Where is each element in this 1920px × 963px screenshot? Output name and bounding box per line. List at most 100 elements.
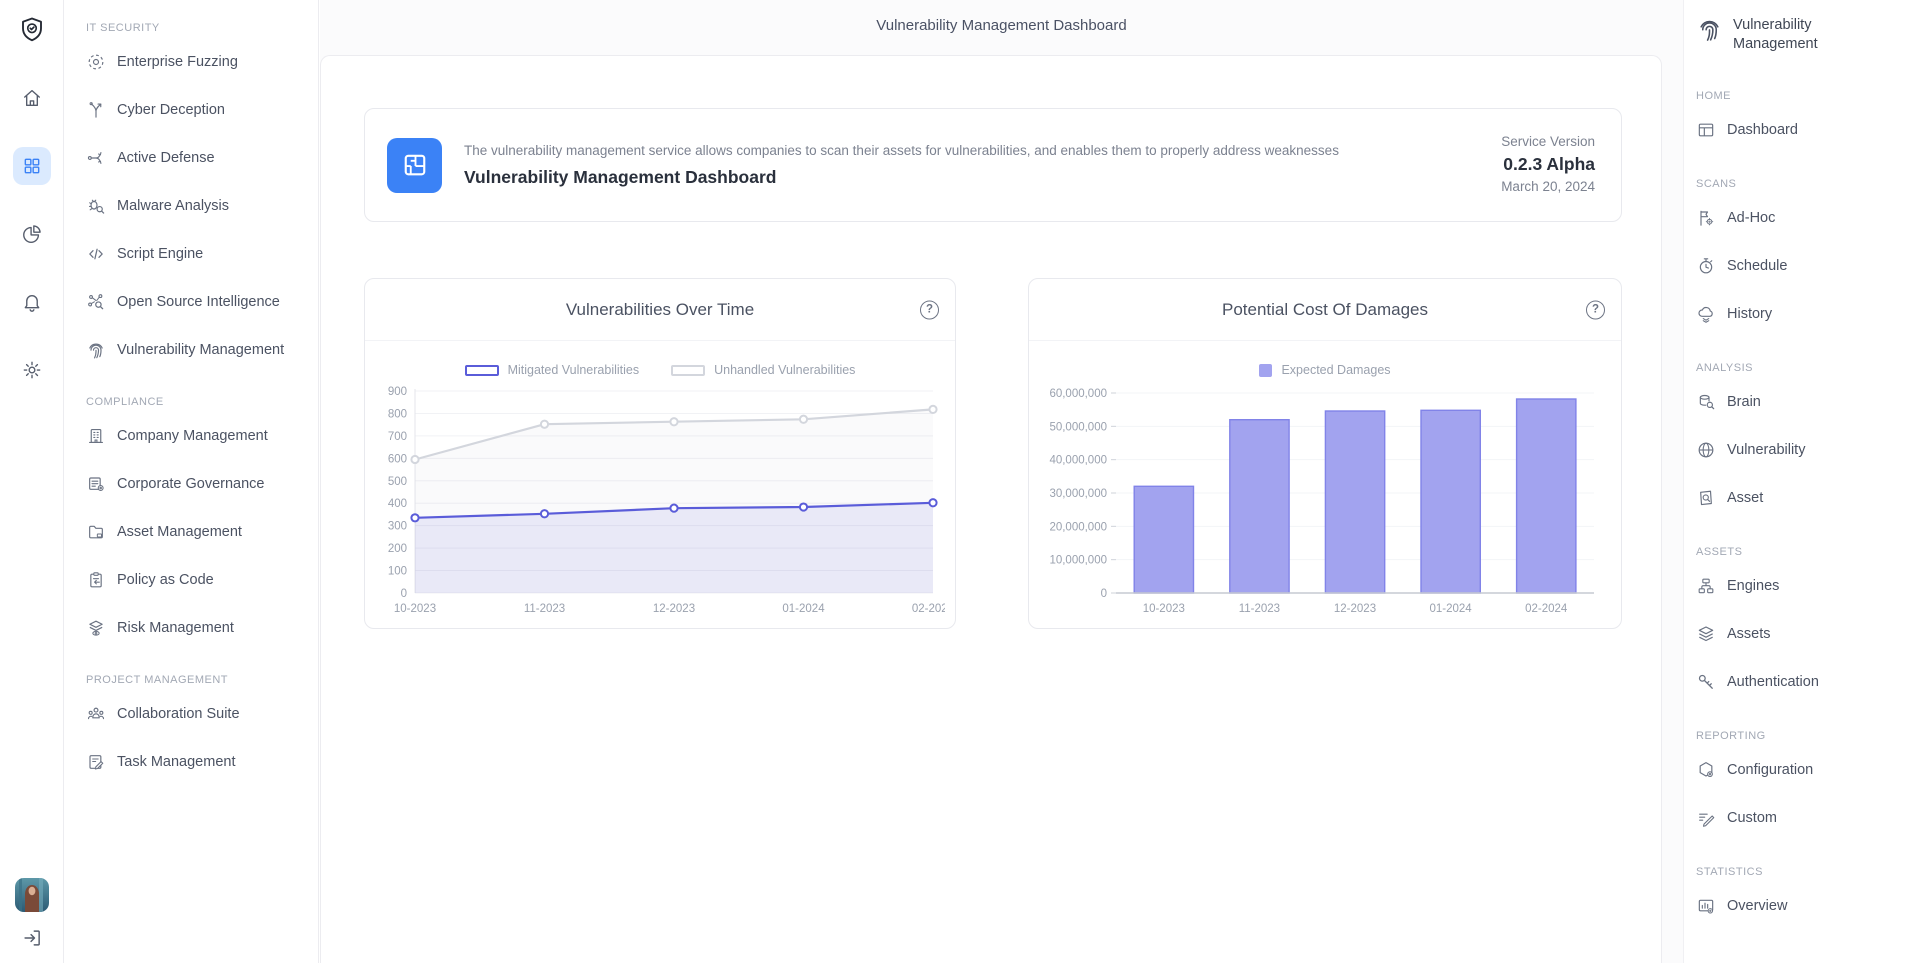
legend-label-expected-damages: Expected Damages [1281,363,1390,377]
nav-item-brain[interactable]: Brain [1696,378,1920,426]
nav-item-ad-hoc[interactable]: Ad-Hoc [1696,194,1920,242]
branch-icon [86,100,106,120]
svg-text:10-2023: 10-2023 [394,603,436,615]
pie-chart-icon [21,223,43,245]
fingerprint-icon [1696,16,1723,43]
code-icon [86,244,106,264]
nav-item-label: Ad-Hoc [1727,210,1775,226]
sidebar-item-risk-management[interactable]: Risk Management [86,604,318,652]
svg-text:20,000,000: 20,000,000 [1049,521,1107,533]
nav-item-history[interactable]: History [1696,290,1920,338]
help-icon[interactable]: ? [1586,300,1605,319]
chart-card-header: Potential Cost Of Damages ? [1029,279,1621,341]
legend-swatch-unhandled [671,365,705,376]
nav-item-label: Schedule [1727,258,1787,274]
sidebar-item-policy-as-code[interactable]: Policy as Code [86,556,318,604]
sidebar-item-asset-management[interactable]: Asset Management [86,508,318,556]
sidebar-item-label: Risk Management [117,620,234,636]
service-version-value: 0.2.3 Alpha [1501,155,1595,174]
rail-settings-button[interactable] [21,359,43,381]
svg-text:60,000,000: 60,000,000 [1049,388,1107,400]
nav-item-label: Vulnerability [1727,442,1805,458]
app-logo[interactable] [17,15,47,45]
rail-dashboard-button[interactable] [13,147,51,185]
main-area: Vulnerability Management Dashboard The v… [320,0,1683,963]
svg-text:900: 900 [388,386,407,398]
sidebar-item-label: Company Management [117,428,268,444]
network-search-icon [86,292,106,312]
rail-analytics-button[interactable] [21,223,43,245]
section-title-project-management: PROJECT MANAGEMENT [86,674,318,686]
svg-text:12-2023: 12-2023 [653,603,695,615]
sidebar-item-label: Malware Analysis [117,198,229,214]
sidebar-item-active-defense[interactable]: Active Defense [86,134,318,182]
sidebar-item-malware-analysis[interactable]: Malware Analysis [86,182,318,230]
chart-board-icon [1696,896,1716,916]
nav-item-assets[interactable]: Assets [1696,610,1920,658]
svg-text:02-2024: 02-2024 [1525,603,1568,615]
people-icon [86,704,106,724]
cloud-history-icon [1696,304,1716,324]
sidebar-item-label: Open Source Intelligence [117,294,280,310]
tree-icon [1696,576,1716,596]
rail-notifications-button[interactable] [21,291,43,313]
legend-swatch-expected-damages [1259,364,1272,377]
layers-icon [1696,624,1716,644]
sidebar-item-label: Enterprise Fuzzing [117,54,238,70]
sidebar-item-corporate-governance[interactable]: Corporate Governance [86,460,318,508]
avatar-image [15,878,49,912]
stopwatch-icon [1696,256,1716,276]
bar-chart-plot: 010,000,00020,000,00030,000,00040,000,00… [1040,385,1610,619]
service-icon-tile [387,138,442,193]
sidebar-item-open-source-intelligence[interactable]: Open Source Intelligence [86,278,318,326]
sidebar-item-vulnerability-management[interactable]: Vulnerability Management [86,326,318,374]
settings-gear-icon [21,359,43,381]
logout-icon [21,927,43,949]
layers-eye-icon [86,618,106,638]
nav-item-dashboard[interactable]: Dashboard [1696,106,1920,154]
nav-item-configuration[interactable]: Configuration [1696,746,1920,794]
legend-label-mitigated: Mitigated Vulnerabilities [508,363,640,377]
clipboard-arrow-icon [86,570,106,590]
nav-item-label: Dashboard [1727,122,1798,138]
svg-text:02-2024: 02-2024 [912,603,945,615]
sidebar-item-script-engine[interactable]: Script Engine [86,230,318,278]
line-chart-legend: Mitigated Vulnerabilities Unhandled Vuln… [365,363,955,377]
svg-text:11-2023: 11-2023 [1239,603,1280,615]
nav-item-authentication[interactable]: Authentication [1696,658,1920,706]
flow-arrows-icon [86,148,106,168]
sidebar-item-company-management[interactable]: Company Management [86,412,318,460]
sidebar-item-collaboration-suite[interactable]: Collaboration Suite [86,690,318,738]
nav-item-asset[interactable]: Asset [1696,474,1920,522]
page-title: Vulnerability Management Dashboard [320,17,1683,34]
chart-title: Vulnerabilities Over Time [566,300,754,320]
svg-text:12-2023: 12-2023 [1334,603,1376,615]
nav-item-engines[interactable]: Engines [1696,562,1920,610]
nav-item-label: Engines [1727,578,1779,594]
potential-cost-of-damages-card: Potential Cost Of Damages ? Expected Dam… [1028,278,1622,629]
nav-item-overview[interactable]: Overview [1696,882,1920,930]
icon-rail [0,0,64,963]
right-sidebar: Vulnerability Management HOME Dashboard … [1683,0,1920,963]
sidebar-item-cyber-deception[interactable]: Cyber Deception [86,86,318,134]
sidebar-item-task-management[interactable]: Task Management [86,738,318,786]
svg-text:30,000,000: 30,000,000 [1049,488,1107,500]
flag-target-icon [1696,208,1716,228]
rail-home-button[interactable] [21,87,43,109]
service-description: The vulnerability management service all… [464,143,1501,158]
svg-text:10-2023: 10-2023 [1143,603,1185,615]
section-title-home: HOME [1696,90,1920,102]
nav-item-schedule[interactable]: Schedule [1696,242,1920,290]
user-avatar[interactable] [15,878,49,912]
dashboard-layout-icon [400,150,430,180]
section-title-it-security: IT SECURITY [86,22,318,34]
svg-text:01-2024: 01-2024 [782,603,825,615]
nav-item-custom[interactable]: Custom [1696,794,1920,842]
logout-button[interactable] [21,927,43,949]
section-title-scans: SCANS [1696,178,1920,190]
sidebar-item-enterprise-fuzzing[interactable]: Enterprise Fuzzing [86,38,318,86]
help-icon[interactable]: ? [920,300,939,319]
service-text: The vulnerability management service all… [464,143,1501,188]
nav-item-vulnerability[interactable]: Vulnerability [1696,426,1920,474]
nav-item-label: Asset [1727,490,1763,506]
